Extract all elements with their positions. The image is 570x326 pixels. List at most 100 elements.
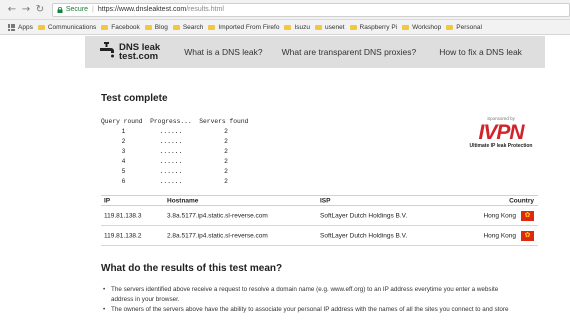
bullet-1-line-1: The servers identified above receive a r… [111,286,499,293]
bookmark-label: usenet [325,23,345,31]
bookmark-isuzu[interactable]: Isuzu [284,24,310,31]
url-path: /results.html [186,6,224,13]
sponsor-block[interactable]: Sponsored by IVPN Ultimate IP leak Prote… [465,116,537,149]
results-heading: Test complete [101,93,168,104]
round-servers: 2 [224,128,228,135]
address-bar[interactable]: Secure | https://www.dnsleaktest.com/res… [51,2,570,17]
round-progress: ...... [159,128,183,135]
list-item: The owners of the servers above have the… [103,305,536,315]
round-row: 2...... 2 [101,138,256,145]
cell-ip: 119.81.138.3 [104,212,142,219]
bullet-2-line-1: The owners of the servers above have the… [111,306,509,313]
site-logo[interactable]: DNS leak test.com [99,41,160,64]
round-number: 5 [121,168,126,175]
folder-icon [144,24,152,30]
round-row: 1...... 2 [101,128,256,135]
round-servers: 2 [224,138,228,145]
bookmark-label: Raspberry Pi [359,23,398,31]
folder-icon [349,24,357,30]
bullet-1-line-2: address in your browser. [111,296,180,303]
bookmark-facebook[interactable]: Facebook [101,24,140,31]
cell-country: Hong Kong [483,212,516,219]
round-row: 5...... 2 [101,168,256,175]
bookmark-label: Facebook [111,23,140,31]
browser-toolbar: ← → ↻ Secure | https://www.dnsleaktest.c… [0,0,570,20]
url-host: https://www.dnsleaktest.com [97,6,187,13]
rounds-header: Query round Progress... Servers found [101,118,249,125]
folder-icon [172,24,180,30]
round-row: 6...... 2 [101,178,256,185]
back-arrow-icon[interactable]: ← [6,3,18,17]
forward-arrow-icon[interactable]: → [20,3,32,17]
header-ip: IP [104,197,111,204]
round-servers: 2 [224,148,228,155]
cell-isp: SoftLayer Dutch Holdings B.V. [320,232,408,239]
bookmark-label: Communications [47,23,97,31]
folder-icon [315,24,323,30]
round-progress: ...... [159,138,183,145]
hong-kong-flag-icon: ✿ [521,230,534,241]
folder-icon [446,24,454,30]
explanation-heading: What do the results of this test mean? [101,263,283,274]
table-row: 119.81.138.3 3.8a.5177.ip4.static.sl-rev… [101,206,538,226]
round-progress: ...... [159,158,183,165]
bookmark-label: Imported From Firefo [218,23,280,31]
bookmark-apps[interactable]: Apps [8,23,33,31]
bookmark-label: Personal [456,23,482,31]
nav-transparent-dns-proxies[interactable]: What are transparent DNS proxies? [282,47,417,57]
site-header: DNS leak test.com What is a DNS leak? Wh… [85,36,545,68]
bookmarks-bar: Apps Communications Facebook Blog Search… [0,20,570,35]
bookmark-label: Apps [18,23,33,31]
hong-kong-flag-icon: ✿ [521,210,534,221]
round-number: 1 [121,128,126,135]
bookmark-raspberry-pi[interactable]: Raspberry Pi [349,23,398,31]
apps-grid-icon [8,23,15,31]
round-progress: ...... [159,178,183,185]
folder-icon [101,24,109,30]
folder-icon [208,24,216,30]
round-servers: 2 [224,158,228,165]
faucet-icon [99,41,115,64]
cell-isp: SoftLayer Dutch Holdings B.V. [320,212,408,219]
bookmark-blog[interactable]: Blog [144,23,168,31]
round-servers: 2 [224,178,228,185]
round-row: 3...... 2 [101,148,256,155]
nav-how-to-fix[interactable]: How to fix a DNS leak [439,47,522,57]
reload-icon[interactable]: ↻ [34,3,46,17]
cell-ip: 119.81.138.2 [104,232,142,239]
bookmark-usenet[interactable]: usenet [315,24,345,31]
bookmark-label: Search [182,23,204,31]
round-number: 2 [121,138,126,145]
cell-hostname: 2.8a.5177.ip4.static.sl-reverse.com [167,232,268,239]
bookmark-personal[interactable]: Personal [446,24,482,31]
nav-what-is-dns-leak[interactable]: What is a DNS leak? [184,47,262,57]
results-table: IP Hostname ISP Country 119.81.138.3 3.8… [101,195,538,246]
url-text: https://www.dnsleaktest.com/results.html [98,6,224,13]
bookmark-label: Blog [154,23,168,31]
bookmark-label: Isuzu [294,23,311,31]
header-isp: ISP [320,197,331,204]
folder-icon [402,24,410,30]
round-number: 6 [121,178,126,185]
bookmark-communications[interactable]: Communications [37,23,97,31]
secure-label: Secure [65,6,89,13]
table-header: IP Hostname ISP Country [101,195,538,206]
folder-icon [284,24,292,30]
folder-icon [37,24,45,30]
round-progress: ...... [159,148,183,155]
url-separator: | [92,6,94,13]
bookmark-workshop[interactable]: Workshop [402,24,441,31]
cell-hostname: 3.8a.5177.ip4.static.sl-reverse.com [167,212,268,219]
logo-line-2: test.com [119,51,159,62]
table-row: 119.81.138.2 2.8a.5177.ip4.static.sl-rev… [101,226,538,246]
ivpn-tagline: Ultimate IP leak Protection [469,143,533,149]
round-number: 3 [121,148,126,155]
round-number: 4 [121,158,126,165]
explanation-list: The servers identified above receive a r… [103,285,536,315]
bookmark-imported[interactable]: Imported From Firefo [208,24,279,31]
round-servers: 2 [224,168,228,175]
bookmark-label: Workshop [412,23,442,31]
ivpn-logo: IVPN [478,121,524,144]
bookmark-search[interactable]: Search [172,23,204,31]
lock-icon [57,6,63,13]
